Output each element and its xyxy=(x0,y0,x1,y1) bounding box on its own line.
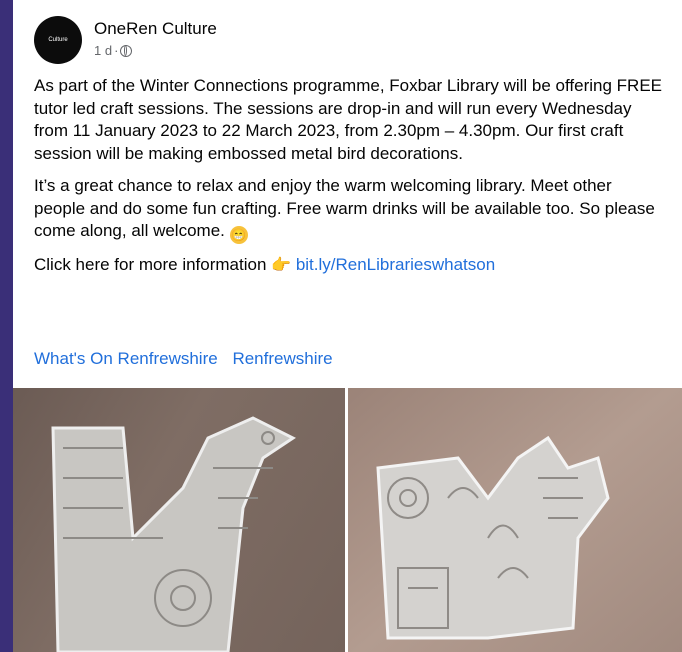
pointing-hand-icon: 👉 xyxy=(271,257,292,274)
post-card: Culture OneRen Culture 1 d · As part of … xyxy=(13,0,682,652)
hashtag-renfrewshire[interactable]: Renfrewshire xyxy=(232,349,332,368)
photo-grid xyxy=(13,388,682,652)
bird-decoration-image xyxy=(376,435,610,640)
globe-icon[interactable] xyxy=(120,44,133,57)
info-text: Click here for more information xyxy=(34,255,267,274)
photo-bird-decoration-1[interactable] xyxy=(13,388,345,652)
page-name[interactable]: OneRen Culture xyxy=(94,19,217,39)
post-paragraph: As part of the Winter Connections progra… xyxy=(34,76,663,163)
post-meta: 1 d · xyxy=(94,43,133,58)
meta-separator: · xyxy=(114,43,119,58)
bird-decoration-image xyxy=(51,416,296,652)
avatar-text: Culture xyxy=(48,37,68,43)
post-body: As part of the Winter Connections progra… xyxy=(34,75,664,288)
photo-bird-decoration-2[interactable] xyxy=(348,388,682,652)
info-line: Click here for more information 👉 bit.ly… xyxy=(34,254,664,278)
post-paragraph-text: It’s a great chance to relax and enjoy t… xyxy=(34,176,655,240)
page-avatar[interactable]: Culture xyxy=(34,16,82,64)
info-link[interactable]: bit.ly/RenLibrarieswhatson xyxy=(296,255,495,274)
hashtag-whats-on-renfrewshire[interactable]: What's On Renfrewshire xyxy=(34,349,218,368)
hashtag-row: What's On Renfrewshire Renfrewshire xyxy=(34,349,343,369)
post-paragraph: It’s a great chance to relax and enjoy t… xyxy=(34,175,664,244)
grinning-emoji-icon: 😁 xyxy=(229,226,248,244)
post-header: Culture OneRen Culture 1 d · xyxy=(34,16,634,64)
post-time[interactable]: 1 d xyxy=(94,43,112,58)
